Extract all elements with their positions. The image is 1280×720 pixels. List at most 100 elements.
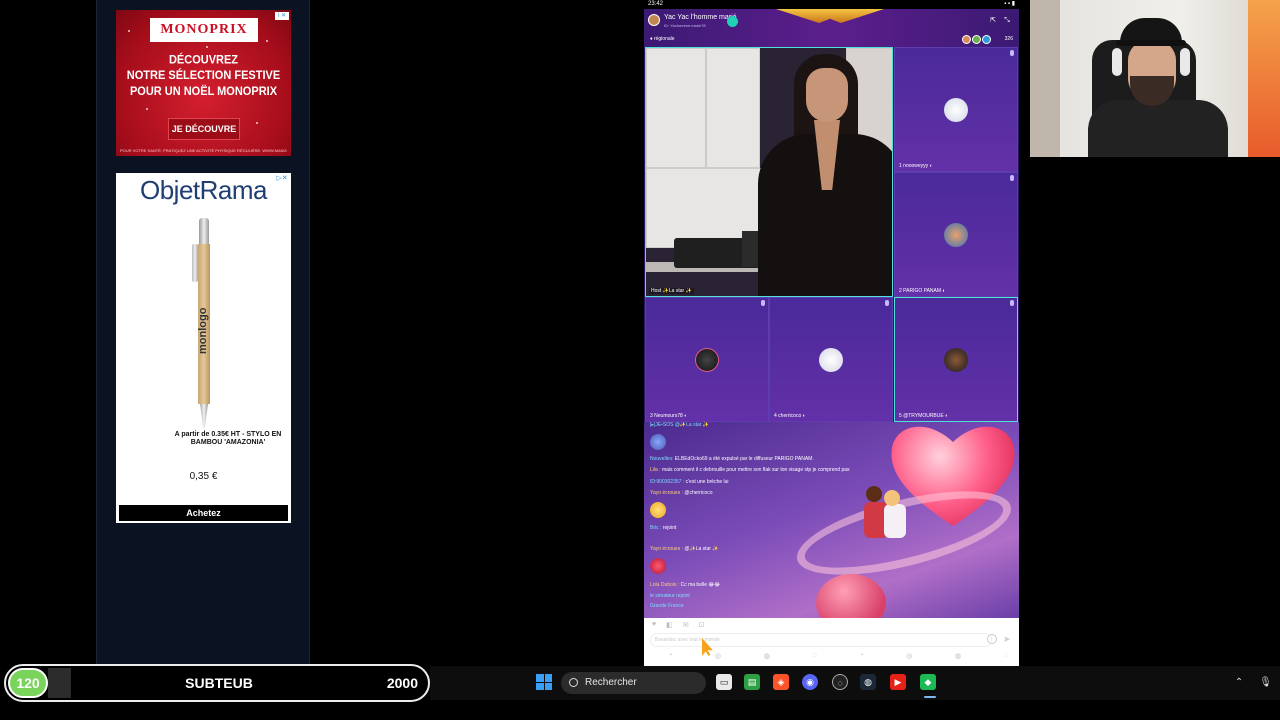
chat-author: Yayo écroues : [650,546,683,552]
app-icon[interactable]: ◆ [920,674,936,690]
toolbar-icon[interactable]: ◎ [906,652,912,660]
guest-slot-2[interactable]: 2 PARIGO PANAM ◐ [894,172,1018,297]
room-region-tag[interactable]: ♦ régionale [650,36,675,42]
guest-avatar [944,222,968,247]
bottom-toolbar: ◔ ◎ ◍ ◌ ◔ ◎ ◍ ◌ [668,652,1008,660]
host-face [806,68,848,122]
guest-avatar [695,347,719,372]
smile-emoji-icon [650,502,666,518]
toolbar-icon[interactable]: ◍ [764,652,770,660]
monoprix-ad[interactable]: MONOPRIX DÉCOUVREZ NOTRE SÉLECTION FESTI… [116,10,291,156]
viewer-avatars[interactable] [962,35,991,44]
task-view-icon[interactable]: ▭ [716,674,732,690]
mic-icon [1010,175,1014,181]
pen-imprint: monlogo [197,307,209,355]
sub-goal-label: SUBTEUB [185,675,253,691]
headline-line: DÉCOUVREZ [168,53,239,67]
toolbar-icon[interactable]: ◌ [1004,652,1008,660]
toolbar-icon[interactable]: ◔ [668,652,672,660]
chat-text: ELBEdOcko69 a été expulsé par le diffuse… [673,456,814,462]
room-header: Yac Yac l'homme marié ID: Yachomme.marie… [644,9,1019,47]
buy-button[interactable]: Achetez [119,505,288,521]
guest-name: 2 PARIGO PANAM ◐ [899,288,946,294]
share-icon[interactable]: ⇱ [989,17,997,25]
obs-icon[interactable]: ◌ [832,674,848,690]
sheets-icon[interactable]: ▤ [744,674,760,690]
viewer-avatar [972,35,981,44]
toolbar-icon[interactable]: ◌ [812,652,816,660]
guest-name: 4 cherricoco ◐ [774,413,806,419]
chat-area[interactable]: [▸]JE•SOS @✨La star ✨ Nouvelles: ELBEdOc… [644,422,1019,618]
chat-author: Bric : [650,525,662,531]
room-avatar[interactable] [648,14,660,26]
guest-name: 5 @TRYMOURBUE ◐ [899,413,949,419]
toolbar-icon[interactable]: ◔ [859,652,863,660]
mic-icon [1010,300,1014,306]
chat-tools: ♥ ◧ ✉ ⊡ [652,621,705,629]
sub-goal-target: 2000 [386,675,418,691]
guest-name: 1 noooweyyy ◐ [899,163,933,169]
follow-badge-icon[interactable] [727,16,738,27]
phone-status-bar: 23:42 ▪ ▪ ▮ [644,0,1019,9]
chat-message: Yayo écroues : @cherricoco [650,490,713,496]
chat-message: Lola Dubois : Cc ma belle 😂😂 [650,582,720,588]
guest-slot-4[interactable]: 4 cherricoco ◐ [769,297,893,422]
chat-author: Yayo écroues : [650,490,683,496]
chat-text: @cherricoco [682,490,713,496]
like-icon[interactable]: ♥ [652,621,656,629]
message-icon[interactable]: ✉ [683,621,689,629]
toolbar-icon[interactable]: ◍ [955,652,961,660]
webcam-overlay [1030,0,1280,157]
mic-icon [1010,50,1014,56]
emoji-picker-icon[interactable] [987,634,997,644]
headphone-icon [1112,48,1122,76]
product-description: A partir de 0.35€ HT - STYLO EN BAMBOU '… [174,431,282,446]
mic-icon [761,300,765,306]
screen: MONOPRIX DÉCOUVREZ NOTRE SÉLECTION FESTI… [0,0,1280,720]
headphone-icon [1180,48,1190,76]
ad-choices-icon[interactable]: i ✕ [275,12,289,20]
kitchen-cabinet [706,48,760,168]
viewer-count: 326 [1004,36,1013,42]
media-icon[interactable]: ◧ [666,621,673,629]
couple-figure [884,504,906,538]
guest-slot-5[interactable]: 5 @TRYMOURBUE ◐ [894,297,1018,422]
sub-goal-current: 120 [8,668,48,698]
pen-clip [192,244,198,282]
youtube-icon[interactable]: ▶ [890,674,906,690]
status-icons: ▪ ▪ ▮ [1004,1,1015,7]
chat-message: ID:900302357 : c'est une brèche lui [650,479,729,485]
toolbar-icon[interactable]: ◎ [715,652,721,660]
pen-cap [199,218,209,246]
guest-avatar [944,347,968,372]
bomb-emoji-icon [650,434,666,450]
discord-icon[interactable]: ◉ [802,674,818,690]
monoprix-fine-print: POUR VOTRE SANTÉ, PRATIQUEZ UNE ACTIVITÉ… [120,148,287,153]
tray-expand-icon[interactable]: ⌃ [1235,666,1243,700]
chat-message: le sénateur rejoint [650,593,690,599]
monoprix-cta-button[interactable]: JE DÉCOUVRE [168,118,240,140]
microphone-icon[interactable]: 🎙 [1259,666,1272,700]
host-video-slot[interactable]: Host ✨La star ✨ [645,47,893,297]
minimize-icon[interactable]: ⤡ [1003,17,1011,25]
status-time: 23:42 [648,1,664,7]
room-id: ID: Yachomme.marie78 [664,23,706,28]
ad-choices-icon[interactable]: ▷✕ [275,175,289,183]
monoprix-logo: MONOPRIX [150,18,258,42]
guest-slot-1[interactable]: 1 noooweyyy ◐ [894,47,1018,172]
chat-input-bar: ♥ ◧ ✉ ⊡ Bavardez avec tout le monde ➤ ◔ … [644,618,1019,666]
steam-icon[interactable]: ◍ [860,674,876,690]
taskbar-search[interactable]: Rechercher [561,672,706,694]
windows-taskbar: Rechercher ▭ ▤ ◈ ◉ ◌ ◍ ▶ ◆ ⌃ 🎙 [430,666,1280,700]
chat-message: Yayo écroues : @✨La star ✨ [650,546,719,552]
chat-author: Lila : [650,467,661,473]
guest-slot-3[interactable]: 3 Neumours78 ◐ [645,297,769,422]
chat-text: le sénateur rejoint [650,593,690,599]
screen-icon[interactable]: ⊡ [699,621,705,629]
chat-text: Grande France [650,603,684,609]
brave-browser-icon[interactable]: ◈ [773,674,789,690]
chat-input[interactable]: Bavardez avec tout le monde [650,633,992,647]
sub-goal-bar: SUBTEUB 2000 120 [4,664,430,702]
send-icon[interactable]: ➤ [1003,634,1013,644]
windows-start-icon[interactable] [536,674,552,690]
